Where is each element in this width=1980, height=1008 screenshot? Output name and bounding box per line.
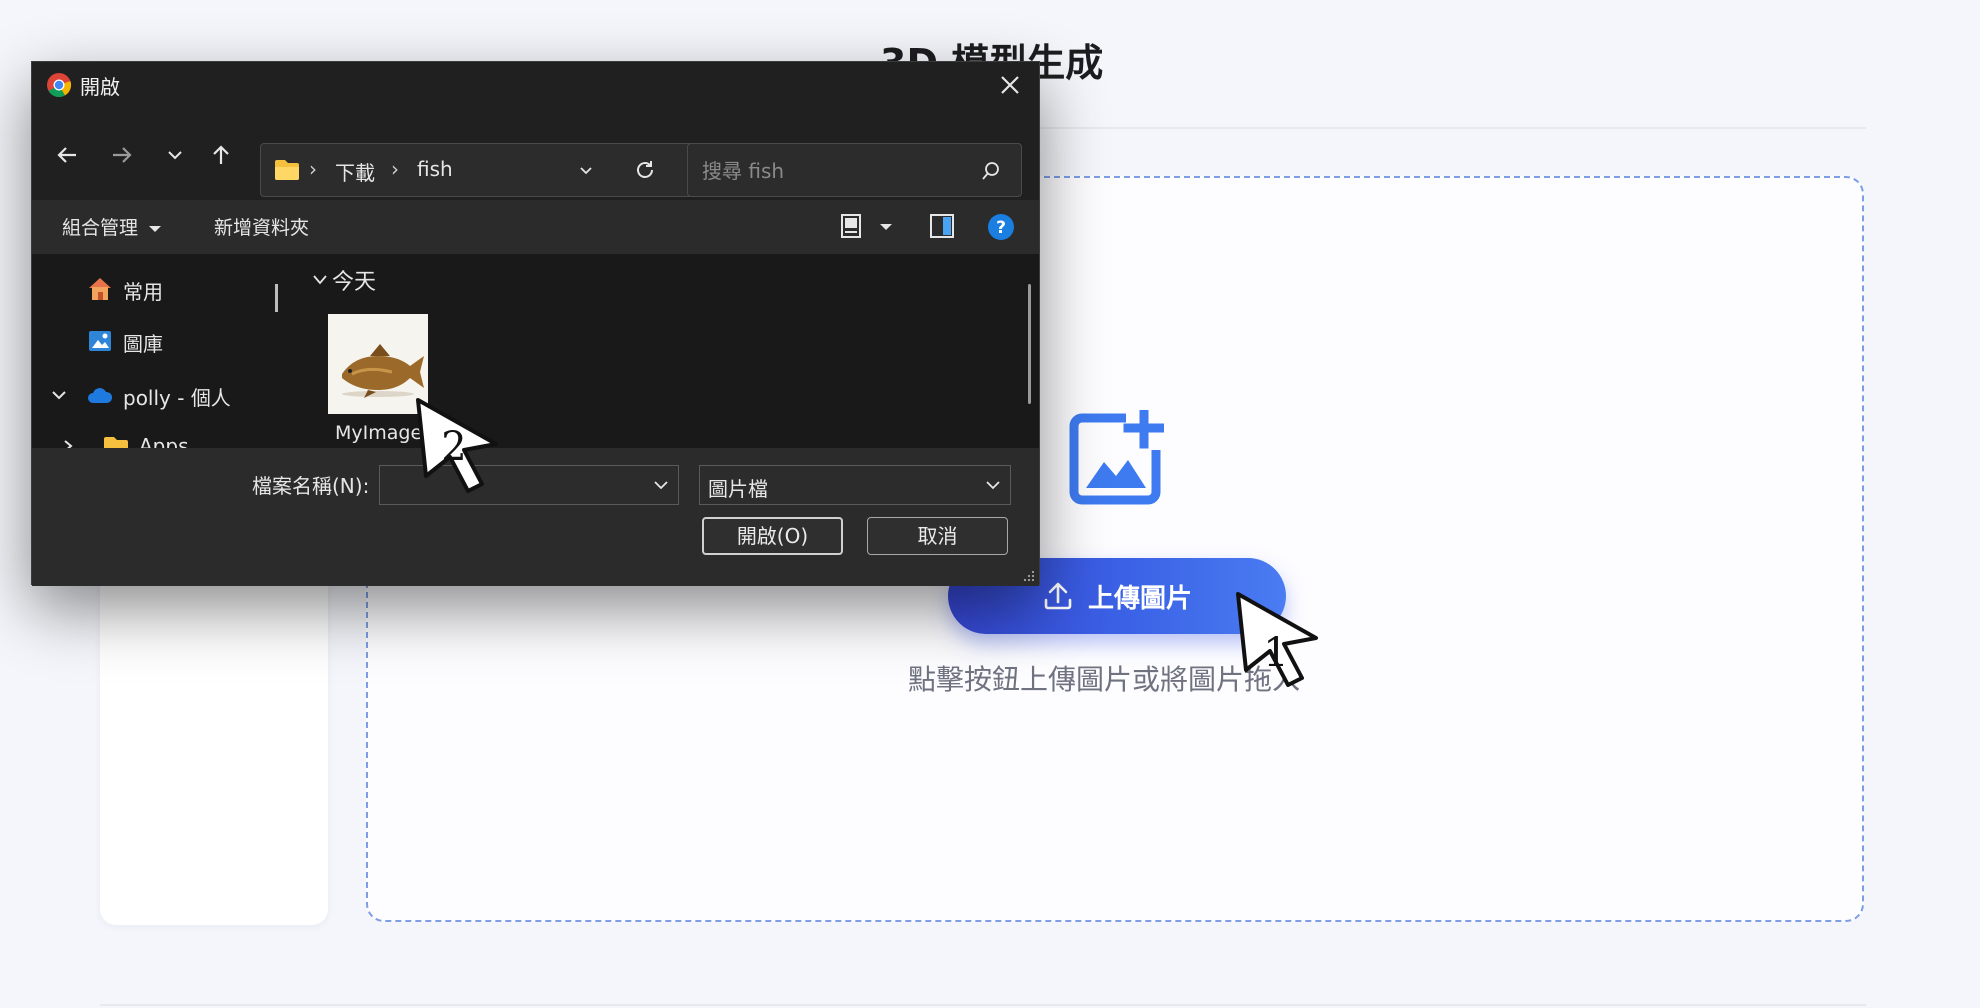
preview-pane-button[interactable]	[928, 212, 956, 245]
nav-item-label: Apps	[139, 434, 189, 448]
nav-item-onedrive[interactable]: polly - 個人	[32, 374, 282, 414]
breadcrumb-downloads[interactable]: 下載	[335, 157, 375, 186]
chevron-down-icon[interactable]	[50, 386, 68, 404]
group-header-label: 今天	[332, 270, 377, 295]
nav-item-label: 圖庫	[123, 332, 163, 356]
up-folder-button[interactable]	[204, 138, 238, 172]
close-icon[interactable]	[992, 67, 1028, 103]
forward-button[interactable]	[105, 138, 139, 172]
nav-item-apps[interactable]: Apps	[32, 426, 282, 448]
help-icon: ?	[988, 214, 1014, 240]
filename-label: 檔案名稱(N):	[252, 474, 370, 498]
cloud-icon	[88, 388, 113, 403]
folder-icon	[275, 160, 299, 180]
chevron-down-icon	[313, 275, 327, 285]
resize-grip-icon[interactable]	[1023, 570, 1035, 582]
nav-item-label: polly - 個人	[123, 386, 231, 410]
change-view-button[interactable]	[838, 212, 894, 245]
nav-item-label: 常用	[123, 280, 163, 304]
back-button[interactable]	[50, 138, 84, 172]
organize-label: 組合管理	[62, 217, 139, 239]
gallery-icon	[89, 331, 111, 351]
new-folder-button[interactable]: 新增資料夾	[214, 213, 309, 240]
filetype-value: 圖片檔	[708, 477, 768, 501]
home-icon	[89, 278, 111, 300]
chevron-down-icon	[168, 151, 182, 160]
view-icon	[841, 214, 861, 238]
navigation-pane: 常用 圖庫 polly - 個人 Apps	[32, 254, 294, 448]
dialog-body: 常用 圖庫 polly - 個人 Apps 今天 MyImage	[32, 254, 1039, 448]
chevron-down-icon[interactable]	[577, 162, 595, 180]
add-image-icon	[1069, 410, 1164, 505]
nav-item-gallery[interactable]: 圖庫	[32, 320, 282, 360]
refresh-icon[interactable]	[633, 158, 657, 182]
dropdown-arrow-icon	[149, 226, 162, 232]
search-box[interactable]	[687, 143, 1022, 197]
breadcrumb-separator: ›	[391, 157, 399, 181]
file-open-dialog: 開啟 › 下載 › fish 組	[31, 61, 1040, 586]
dialog-footer: 檔案名稱(N): 圖片檔 開啟(O) 取消	[32, 448, 1039, 586]
recent-locations-button[interactable]	[158, 138, 192, 172]
file-name: MyImage	[335, 422, 423, 444]
arrow-right-icon	[113, 147, 132, 163]
breadcrumb-separator: ›	[309, 157, 317, 181]
breadcrumb-fish[interactable]: fish	[417, 157, 453, 181]
address-bar[interactable]: › 下載 › fish	[260, 143, 696, 197]
upload-icon	[1044, 582, 1072, 610]
search-icon[interactable]	[980, 160, 1002, 182]
command-bar: 組合管理 新增資料夾 ?	[32, 200, 1039, 254]
preview-pane-icon	[930, 214, 954, 238]
step-2-number: 2	[441, 424, 466, 470]
dialog-title-bar[interactable]: 開啟	[32, 62, 1039, 108]
chevron-right-icon[interactable]	[60, 438, 76, 448]
cancel-button[interactable]: 取消	[867, 517, 1008, 555]
bottom-divider	[100, 1004, 1866, 1006]
filetype-select[interactable]: 圖片檔	[699, 465, 1011, 505]
svg-text:?: ?	[996, 218, 1006, 238]
nav-pane-splitter[interactable]	[275, 284, 278, 312]
step-1-number: 1	[1263, 630, 1288, 676]
step-2-cursor-icon: 2	[416, 398, 498, 493]
chevron-down-icon[interactable]	[652, 477, 670, 493]
help-button[interactable]: ?	[986, 212, 1016, 247]
dropdown-arrow-icon	[880, 224, 893, 230]
group-header-today[interactable]: 今天	[312, 264, 376, 296]
arrow-left-icon	[57, 147, 76, 163]
step-1-cursor-icon: 1	[1236, 592, 1318, 687]
upload-button-label: 上傳圖片	[1087, 583, 1192, 614]
search-input[interactable]	[700, 154, 974, 188]
organize-menu[interactable]: 組合管理	[62, 213, 162, 240]
open-button[interactable]: 開啟(O)	[702, 517, 843, 555]
nav-item-home[interactable]: 常用	[32, 268, 282, 308]
folder-icon	[104, 437, 128, 448]
arrow-up-icon	[213, 145, 229, 164]
vertical-scrollbar[interactable]	[1028, 284, 1031, 404]
side-panel	[100, 540, 328, 925]
chrome-icon	[47, 73, 72, 98]
file-list: 今天 MyImage	[294, 254, 1039, 448]
dialog-title: 開啟	[80, 75, 120, 99]
chevron-down-icon	[986, 481, 1000, 490]
